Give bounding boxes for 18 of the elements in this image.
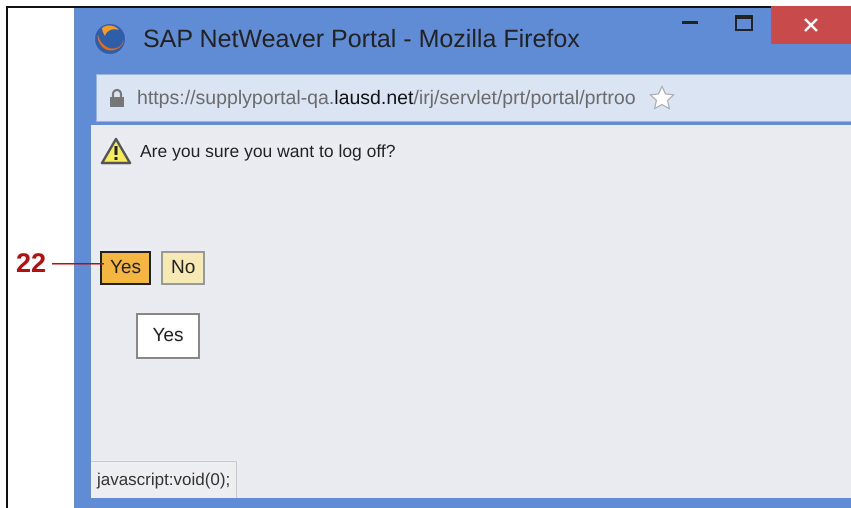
tooltip: Yes [136,313,200,359]
leader-line [52,262,104,264]
minimize-icon [682,21,698,25]
browser-logo-icon [93,22,127,56]
window-title: SAP NetWeaver Portal - Mozilla Firefox [143,24,580,54]
callout-number: 22 [16,248,46,279]
close-icon [803,17,819,33]
yes-button[interactable]: Yes [100,251,151,285]
lock-icon [109,88,125,108]
address-bar[interactable]: https://supplyportal-qa.lausd.net/irj/servlet/prt/portal/prtroo [96,74,851,122]
confirm-message: Are you sure you want to log off? [140,140,396,162]
maximize-icon [735,15,753,31]
status-bar: javascript:void(0); [91,461,238,498]
warning-icon [100,137,132,165]
no-button[interactable]: No [161,251,206,285]
star-icon[interactable] [648,84,676,112]
url-text: https://supplyportal-qa.lausd.net/irj/servlet/prt/portal/prtroo [137,86,636,110]
close-button[interactable] [771,6,851,44]
